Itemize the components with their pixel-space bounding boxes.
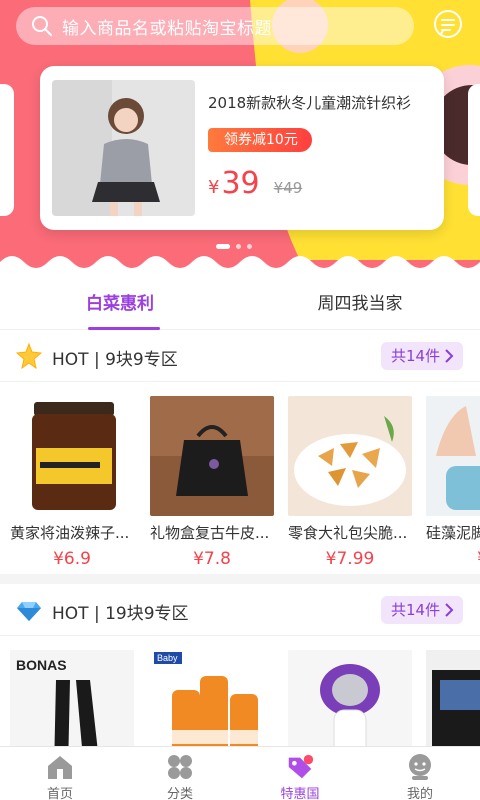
product-price: ¥9 bbox=[426, 549, 480, 569]
coupon-badge[interactable]: 领券减10元 bbox=[208, 128, 312, 152]
section-19-9: HOT | 19块9专区 共14件 BONAS Baby bbox=[0, 584, 480, 746]
message-button[interactable] bbox=[432, 9, 464, 41]
carousel-dot bbox=[216, 244, 230, 249]
section-title: HOT | 19块9专区 bbox=[52, 604, 189, 624]
diamond-icon bbox=[17, 602, 41, 621]
nav-profile[interactable]: 我的 bbox=[360, 747, 480, 800]
product-name: 礼物盒复古牛皮... bbox=[150, 524, 270, 542]
star-icon bbox=[16, 343, 42, 369]
product-image: Baby bbox=[150, 650, 274, 746]
brand-logo: BONAS bbox=[16, 657, 67, 673]
product-price: ¥7.8 bbox=[193, 549, 231, 569]
product-card[interactable]: Baby bbox=[150, 650, 274, 746]
view-all-button[interactable]: 共14件 bbox=[381, 596, 463, 624]
nav-label: 分类 bbox=[166, 787, 193, 800]
profile-icon bbox=[405, 753, 435, 781]
banner-product-card[interactable]: 2018新款秋冬儿童潮流针织衫 领券减10元 ¥ 39 ¥49 bbox=[40, 66, 444, 230]
section-divider bbox=[0, 574, 480, 584]
home-icon bbox=[45, 753, 75, 781]
product-image bbox=[10, 396, 134, 516]
product-image bbox=[426, 396, 480, 516]
carousel-dot bbox=[247, 244, 252, 249]
category-icon bbox=[165, 753, 195, 781]
product-card[interactable] bbox=[426, 650, 480, 746]
nav-label: 首页 bbox=[46, 787, 73, 800]
nav-home[interactable]: 首页 bbox=[0, 747, 120, 800]
section-header: HOT | 9块9专区 共14件 bbox=[0, 330, 480, 382]
product-image bbox=[288, 650, 412, 746]
product-card[interactable]: 硅藻泥脚 ¥9 bbox=[426, 396, 480, 569]
product-image: BONAS bbox=[10, 650, 134, 746]
nav-label: 特惠国 bbox=[280, 787, 320, 800]
original-price: ¥49 bbox=[273, 179, 303, 197]
brand-logo: Baby bbox=[157, 653, 178, 663]
hero-banner: 输入商品名或粘贴淘宝标题 2018新款秋冬儿童潮流针织衫 领券减10元 ¥ 39… bbox=[0, 0, 480, 272]
product-card[interactable]: 零食大礼包尖脆... ¥7.99 bbox=[288, 396, 412, 569]
search-icon bbox=[30, 14, 54, 38]
carousel-indicator bbox=[216, 244, 252, 249]
product-card[interactable]: 礼物盒复古牛皮... ¥7.8 bbox=[150, 396, 274, 569]
carousel-dot bbox=[236, 244, 241, 249]
item-count: 共14件 bbox=[391, 347, 441, 365]
product-card[interactable] bbox=[288, 650, 412, 746]
tab-baicai-huili[interactable]: 白菜惠利 bbox=[0, 272, 240, 330]
nav-category[interactable]: 分类 bbox=[120, 747, 240, 800]
product-image bbox=[150, 396, 274, 516]
product-name: 黄家将油泼辣子... bbox=[10, 524, 130, 542]
carousel-next-card[interactable] bbox=[468, 84, 480, 216]
chevron-right-icon bbox=[445, 349, 454, 363]
banner-price-row: ¥ 39 ¥49 bbox=[208, 166, 302, 201]
search-placeholder: 输入商品名或粘贴淘宝标题 bbox=[62, 18, 272, 39]
carousel-prev-card[interactable] bbox=[0, 84, 14, 216]
product-price: ¥7.99 bbox=[325, 549, 375, 569]
product-name: 零食大礼包尖脆... bbox=[288, 524, 408, 542]
category-tabs: 白菜惠利 周四我当家 bbox=[0, 272, 480, 330]
chat-icon bbox=[434, 10, 462, 38]
product-name: 硅藻泥脚 bbox=[426, 524, 480, 542]
tab-thursday[interactable]: 周四我当家 bbox=[240, 272, 480, 330]
current-price: 39 bbox=[221, 166, 260, 201]
product-price: ¥6.9 bbox=[53, 549, 91, 569]
banner-product-title: 2018新款秋冬儿童潮流针织衫 bbox=[208, 94, 412, 112]
bottom-navigation: 首页 分类 特惠国 我的 bbox=[0, 746, 480, 800]
section-header: HOT | 19块9专区 共14件 bbox=[0, 584, 480, 636]
chevron-right-icon bbox=[445, 603, 454, 617]
tag-icon bbox=[285, 753, 315, 781]
nav-deals[interactable]: 特惠国 bbox=[240, 747, 360, 800]
currency-symbol: ¥ bbox=[208, 177, 220, 198]
product-image bbox=[288, 396, 412, 516]
search-bar[interactable]: 输入商品名或粘贴淘宝标题 bbox=[16, 7, 414, 45]
product-card[interactable]: BONAS bbox=[10, 650, 134, 746]
product-row: 黄家将油泼辣子... ¥6.9 礼物盒复古牛皮... ¥7.8 零食大礼包尖脆.… bbox=[0, 396, 480, 576]
view-all-button[interactable]: 共14件 bbox=[381, 342, 463, 370]
product-row: BONAS Baby bbox=[0, 650, 480, 746]
item-count: 共14件 bbox=[391, 601, 441, 619]
nav-label: 我的 bbox=[406, 787, 433, 800]
banner-product-image bbox=[52, 80, 195, 216]
product-image bbox=[426, 650, 480, 746]
section-9-9: HOT | 9块9专区 共14件 黄家将油泼辣子... ¥6.9 礼物盒复古牛皮… bbox=[0, 330, 480, 574]
product-card[interactable]: 黄家将油泼辣子... ¥6.9 bbox=[10, 396, 134, 569]
section-title: HOT | 9块9专区 bbox=[52, 350, 178, 370]
